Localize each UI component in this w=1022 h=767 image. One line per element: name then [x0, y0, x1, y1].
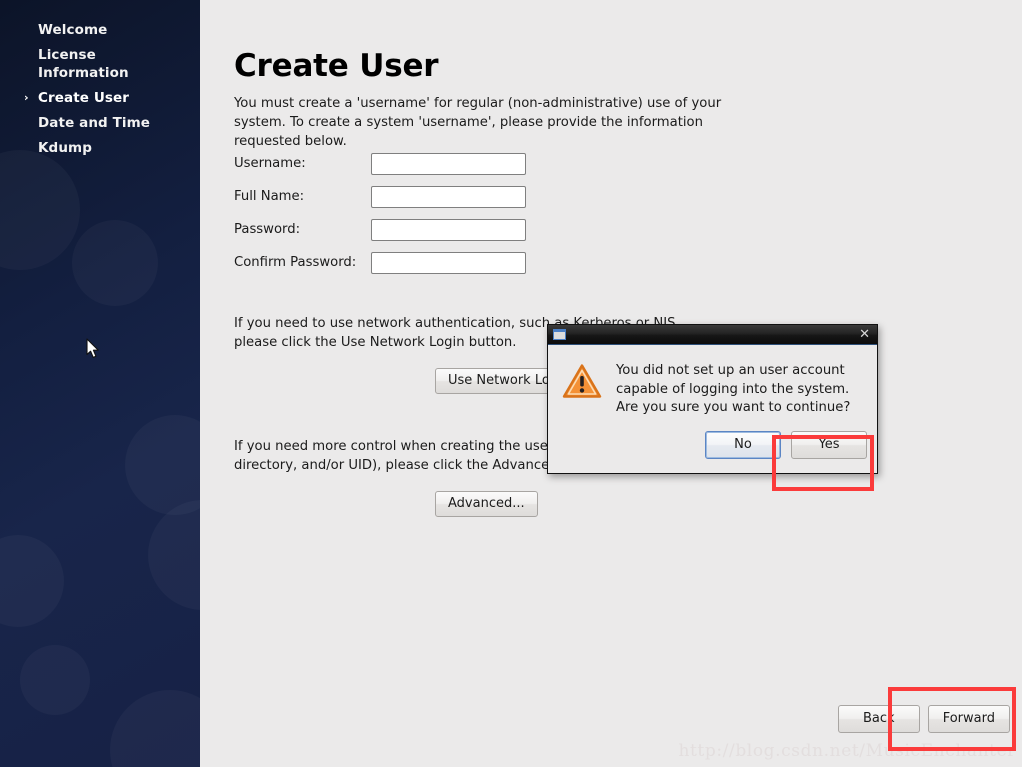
sidebar-item-license-information[interactable]: License Information	[0, 47, 200, 83]
back-button[interactable]: Back	[837, 705, 920, 733]
sidebar-item-label: Create User	[38, 89, 130, 106]
close-icon[interactable]: ✕	[858, 328, 871, 341]
sidebar-item-kdump[interactable]: Kdump	[0, 140, 200, 158]
full-name-label: Full Name:	[234, 189, 305, 204]
create-user-form: Username: Full Name: Password: Confirm P…	[234, 147, 526, 279]
sidebar-item-date-and-time[interactable]: Date and Time	[0, 115, 200, 133]
username-label: Username:	[234, 156, 306, 171]
dialog-message: You did not set up an user account capab…	[616, 363, 851, 416]
sidebar-item-label: License Information	[38, 46, 129, 81]
form-row-confirm-password: Confirm Password:	[234, 246, 526, 279]
dialog-body: You did not set up an user account capab…	[548, 345, 877, 419]
form-row-username: Username:	[234, 147, 526, 180]
full-name-input[interactable]	[371, 185, 526, 208]
form-row-password: Password:	[234, 213, 526, 246]
page-title: Create User	[234, 47, 439, 84]
password-input[interactable]	[371, 218, 526, 241]
forward-button[interactable]: Forward	[927, 705, 1010, 733]
watermark-text: http://blog.csdn.net/MusicEnchanter	[678, 741, 1016, 761]
dialog-titlebar[interactable]: ✕	[548, 325, 877, 345]
sidebar-navigation: Welcome License Information › Create Use…	[0, 0, 200, 158]
confirm-password-label: Confirm Password:	[234, 255, 357, 270]
yes-button[interactable]: Yes	[791, 431, 867, 459]
main-content: Create User You must create a 'username'…	[200, 0, 1022, 767]
current-step-arrow-icon: ›	[24, 90, 29, 104]
wizard-navigation: Back Forward	[837, 705, 1010, 733]
dialog-actions: No Yes	[548, 418, 877, 473]
username-input[interactable]	[371, 152, 526, 175]
sidebar-item-welcome[interactable]: Welcome	[0, 22, 200, 40]
form-row-full-name: Full Name:	[234, 180, 526, 213]
intro-description: You must create a 'username' for regular…	[234, 96, 722, 149]
advanced-button[interactable]: Advanced...	[435, 491, 538, 517]
no-button[interactable]: No	[705, 431, 781, 459]
sidebar-item-create-user[interactable]: › Create User	[0, 90, 200, 108]
sidebar: Welcome License Information › Create Use…	[0, 0, 200, 767]
confirm-password-input[interactable]	[371, 251, 526, 274]
sidebar-item-label: Welcome	[38, 22, 108, 38]
installer-window: Welcome License Information › Create Use…	[0, 0, 1022, 767]
password-label: Password:	[234, 222, 301, 237]
confirmation-dialog: ✕ You did not set up an user account cap…	[547, 324, 878, 491]
sidebar-item-label: Kdump	[38, 139, 92, 156]
warning-triangle-icon	[562, 363, 602, 404]
sidebar-item-label: Date and Time	[38, 114, 151, 131]
window-icon	[553, 329, 566, 340]
